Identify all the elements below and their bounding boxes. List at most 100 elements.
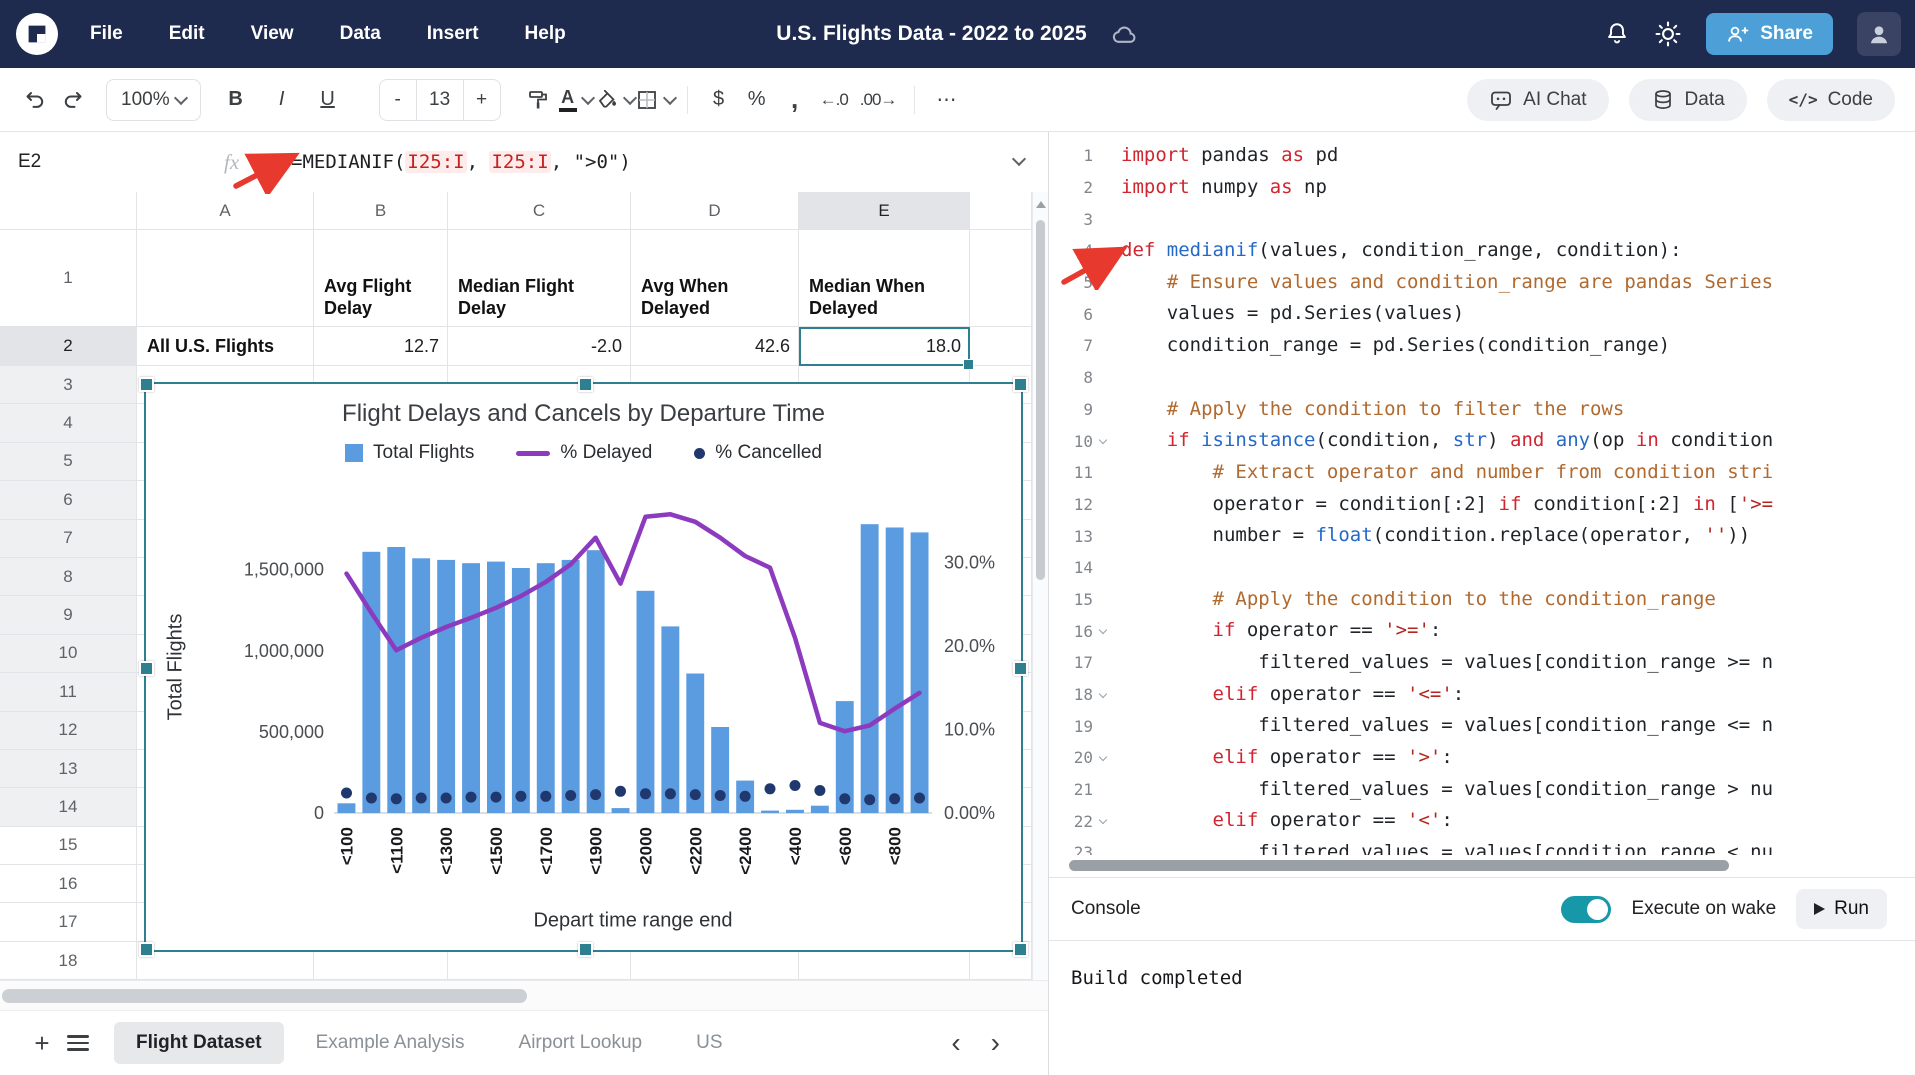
chart-resize-handle[interactable] <box>578 942 593 957</box>
cell-D1[interactable]: Avg When Delayed <box>631 230 799 327</box>
code-line[interactable]: elif operator == '<=': <box>1111 679 1915 711</box>
code-line-number[interactable]: 6 <box>1049 298 1111 330</box>
chart-resize-handle[interactable] <box>578 377 593 392</box>
cell-C1[interactable]: Median Flight Delay <box>448 230 631 327</box>
chart-resize-handle[interactable] <box>1013 942 1028 957</box>
spreadsheet-grid[interactable]: ABCDE1Avg Flight DelayMedian Flight Dela… <box>0 192 1032 980</box>
sheet-tab-airport-lookup[interactable]: Airport Lookup <box>497 1022 665 1064</box>
row-header-1[interactable]: 1 <box>0 230 137 327</box>
legend-item-pct-cancelled[interactable]: % Cancelled <box>694 442 822 464</box>
row-header-10[interactable]: 10 <box>0 635 137 673</box>
code-line-number[interactable]: 5 <box>1049 267 1111 299</box>
run-button[interactable]: Run <box>1796 889 1887 929</box>
column-header-A[interactable]: A <box>137 192 314 230</box>
cell-E2[interactable]: 18.0 <box>799 327 970 366</box>
row-header-14[interactable]: 14 <box>0 788 137 826</box>
data-button[interactable]: Data <box>1629 79 1747 121</box>
code-line-number[interactable]: 9 <box>1049 394 1111 426</box>
code-line-number[interactable]: 13 <box>1049 520 1111 552</box>
code-line[interactable]: operator = condition[:2] if condition[:2… <box>1111 489 1915 521</box>
code-line[interactable]: number = float(condition.replace(operato… <box>1111 520 1915 552</box>
code-line-number[interactable]: 10 <box>1049 425 1111 457</box>
column-header-D[interactable]: D <box>631 192 799 230</box>
row-header-15[interactable]: 15 <box>0 827 137 865</box>
chart-resize-handle[interactable] <box>139 377 154 392</box>
format-comma-button[interactable]: , <box>776 80 814 120</box>
menu-edit[interactable]: Edit <box>169 23 205 45</box>
code-horizontal-scrollbar[interactable] <box>1049 855 1915 877</box>
code-line-number[interactable]: 14 <box>1049 552 1111 584</box>
code-line[interactable]: if operator == '>=': <box>1111 615 1915 647</box>
add-sheet-button[interactable]: + <box>24 1023 60 1063</box>
fold-toggle-icon[interactable] <box>1096 756 1109 760</box>
borders-button[interactable] <box>635 80 675 120</box>
code-line[interactable]: values = pd.Series(values) <box>1111 298 1915 330</box>
cell-F2[interactable] <box>970 327 1032 366</box>
undo-button[interactable] <box>16 80 54 120</box>
fold-toggle-icon[interactable] <box>1096 439 1109 443</box>
code-line[interactable]: def medianif(values, condition_range, co… <box>1111 235 1915 267</box>
code-line-number[interactable]: 2 <box>1049 172 1111 204</box>
decrease-decimal-button[interactable]: ←.0 <box>814 80 854 120</box>
menu-insert[interactable]: Insert <box>427 23 479 45</box>
menu-file[interactable]: File <box>90 23 123 45</box>
vertical-scrollbar-thumb[interactable] <box>1036 220 1045 580</box>
row-header-6[interactable]: 6 <box>0 481 137 519</box>
code-line-number[interactable]: 3 <box>1049 203 1111 235</box>
chart-resize-handle[interactable] <box>1013 377 1028 392</box>
code-line[interactable]: filtered_values = values[condition_range… <box>1111 647 1915 679</box>
code-line[interactable]: filtered_values = values[condition_range… <box>1111 710 1915 742</box>
code-line-number[interactable]: 16 <box>1049 615 1111 647</box>
increase-decimal-button[interactable]: .00→ <box>854 80 903 120</box>
column-header-partial[interactable] <box>970 192 1032 230</box>
cell-B1[interactable]: Avg Flight Delay <box>314 230 448 327</box>
format-percent-button[interactable]: % <box>738 80 776 120</box>
more-options-button[interactable]: ⋯ <box>927 80 965 120</box>
next-sheet-button[interactable]: › <box>991 1027 1000 1059</box>
sheet-menu-button[interactable] <box>60 1023 96 1063</box>
increase-font-size-button[interactable]: + <box>464 80 500 120</box>
code-scrollbar-thumb[interactable] <box>1069 860 1729 871</box>
code-content[interactable]: import pandas as pdimport numpy as npdef… <box>1111 140 1915 855</box>
format-paint-button[interactable] <box>519 80 557 120</box>
menu-data[interactable]: Data <box>340 23 381 45</box>
code-line-number[interactable]: 18 <box>1049 679 1111 711</box>
format-currency-button[interactable]: $ <box>700 80 738 120</box>
sheet-tab-example-analysis[interactable]: Example Analysis <box>294 1022 487 1064</box>
menu-view[interactable]: View <box>251 23 294 45</box>
code-line[interactable]: # Apply the condition to the condition_r… <box>1111 584 1915 616</box>
code-line-number[interactable]: 11 <box>1049 457 1111 489</box>
cell-A1[interactable] <box>137 230 314 327</box>
text-color-button[interactable]: A <box>557 80 595 120</box>
fold-toggle-icon[interactable] <box>1096 819 1109 823</box>
prev-sheet-button[interactable]: ‹ <box>951 1027 960 1059</box>
code-line-number[interactable]: 8 <box>1049 362 1111 394</box>
italic-button[interactable]: I <box>263 80 301 120</box>
formula-expand-chevron-icon[interactable] <box>1012 152 1026 166</box>
fold-toggle-icon[interactable] <box>1096 629 1109 633</box>
code-button[interactable]: </> Code <box>1767 79 1895 121</box>
row-header-3[interactable]: 3 <box>0 366 137 404</box>
code-line[interactable]: # Extract operator and number from condi… <box>1111 457 1915 489</box>
ai-chat-button[interactable]: AI Chat <box>1467 79 1608 121</box>
fill-color-button[interactable] <box>595 80 635 120</box>
code-line-number[interactable]: 17 <box>1049 647 1111 679</box>
vertical-scrollbar[interactable] <box>1032 192 1048 980</box>
embedded-chart[interactable]: 0500,0001,000,0001,500,0000.00%10.0%20.0… <box>144 382 1023 952</box>
code-line[interactable] <box>1111 362 1915 394</box>
account-avatar[interactable] <box>1857 12 1901 56</box>
document-title[interactable]: U.S. Flights Data - 2022 to 2025 <box>776 22 1086 46</box>
cell-D2[interactable]: 42.6 <box>631 327 799 366</box>
row-header-16[interactable]: 16 <box>0 865 137 903</box>
cell-B2[interactable]: 12.7 <box>314 327 448 366</box>
code-line[interactable]: elif operator == '<': <box>1111 805 1915 837</box>
code-line[interactable] <box>1111 552 1915 584</box>
chart-resize-handle[interactable] <box>139 942 154 957</box>
execute-on-wake-toggle[interactable] <box>1561 896 1611 923</box>
code-line-number[interactable]: 20 <box>1049 742 1111 774</box>
scroll-up-arrow-icon[interactable] <box>1036 201 1046 208</box>
row-header-18[interactable]: 18 <box>0 942 137 980</box>
code-line-number[interactable]: 12 <box>1049 489 1111 521</box>
underline-button[interactable]: U <box>309 80 347 120</box>
code-line-number[interactable]: 22 <box>1049 805 1111 837</box>
